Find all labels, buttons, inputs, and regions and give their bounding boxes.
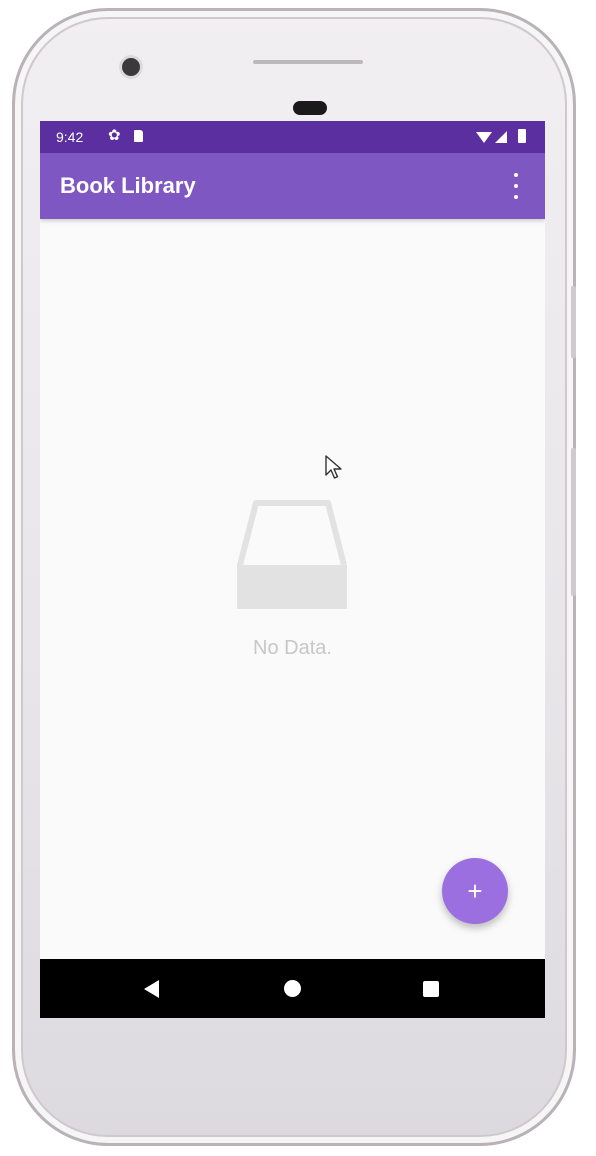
status-bar: 9:42 ✿ [40, 121, 545, 153]
front-camera [122, 58, 140, 76]
volume-button [571, 448, 576, 596]
signal-icon [495, 131, 507, 143]
page-title: Book Library [60, 173, 196, 198]
wifi-icon [476, 132, 492, 143]
home-icon[interactable] [284, 980, 301, 997]
earpiece-speaker [253, 60, 363, 64]
empty-state-text: No Data. [253, 637, 332, 659]
navigation-bar [40, 959, 545, 1018]
status-time: 9:42 [56, 129, 84, 145]
add-book-button[interactable]: + [442, 858, 508, 924]
proximity-sensor [293, 101, 327, 115]
power-button [571, 286, 576, 358]
battery-icon [518, 129, 526, 143]
settings-gear-icon: ✿ [108, 127, 121, 144]
app-bar: Book Library [40, 153, 545, 219]
recents-icon[interactable] [423, 981, 439, 997]
mouse-cursor-icon [325, 455, 342, 479]
back-icon[interactable] [144, 980, 159, 998]
more-vert-icon[interactable] [506, 173, 526, 199]
app-screen: 9:42 ✿ Book Library No Data. + [40, 121, 545, 1018]
add-icon: + [467, 875, 483, 906]
empty-inbox-icon [237, 500, 347, 609]
sd-card-icon [134, 130, 143, 142]
